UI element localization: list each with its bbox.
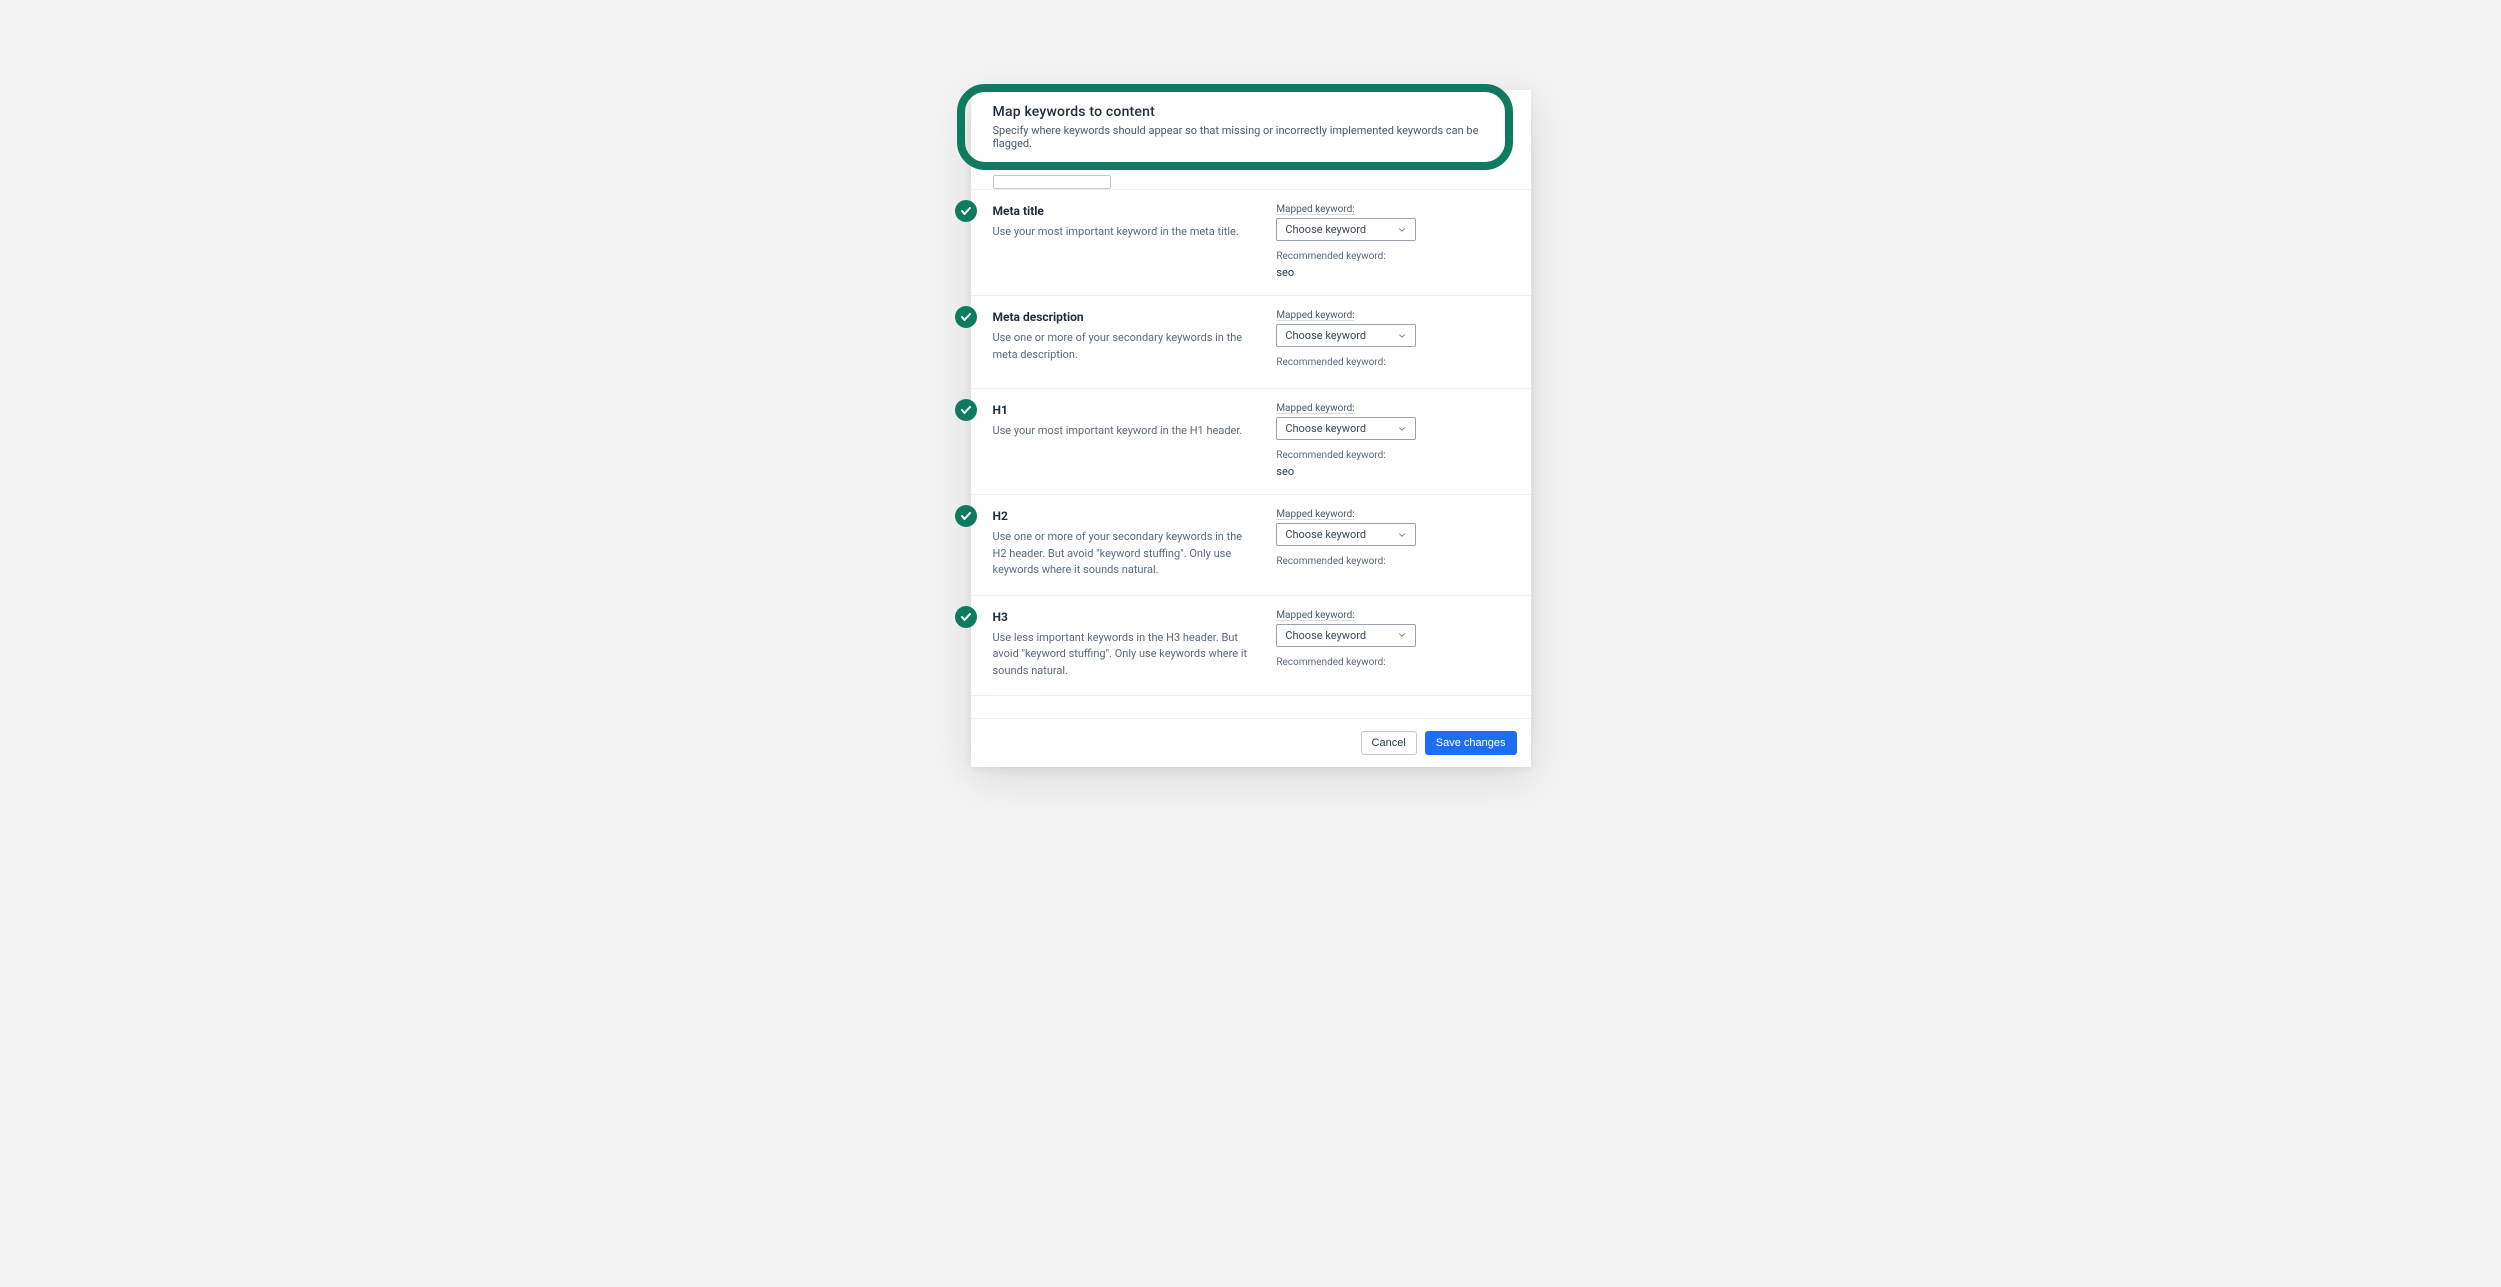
check-icon	[955, 505, 977, 527]
row-title: Meta description	[993, 310, 1257, 324]
choose-keyword-select[interactable]: Choose keyword	[1276, 218, 1416, 241]
row-h3: H3 Use less important keywords in the H3…	[971, 596, 1531, 697]
chevron-down-icon	[1397, 424, 1407, 434]
mapped-keyword-label: Mapped keyword:	[1276, 204, 1508, 215]
row-meta-title: Meta title Use your most important keywo…	[971, 190, 1531, 296]
choose-keyword-select[interactable]: Choose keyword	[1276, 324, 1416, 347]
panel-header: Map keywords to content Specify where ke…	[971, 90, 1531, 165]
check-icon	[955, 306, 977, 328]
select-value: Choose keyword	[1285, 329, 1366, 342]
row-h2: H2 Use one or more of your secondary key…	[971, 495, 1531, 596]
check-icon	[955, 399, 977, 421]
panel-subtitle: Specify where keywords should appear so …	[993, 124, 1509, 150]
partial-select-box	[993, 175, 1111, 189]
chevron-down-icon	[1397, 225, 1407, 235]
select-value: Choose keyword	[1285, 223, 1366, 236]
row-meta-description: Meta description Use one or more of your…	[971, 296, 1531, 389]
row-description: Use your most important keyword in the H…	[993, 423, 1257, 440]
recommended-keyword-label: Recommended keyword:	[1276, 251, 1508, 262]
recommended-keyword-label: Recommended keyword:	[1276, 450, 1508, 461]
cancel-button[interactable]: Cancel	[1361, 731, 1417, 755]
select-value: Choose keyword	[1285, 422, 1366, 435]
row-description: Use one or more of your secondary keywor…	[993, 529, 1257, 579]
chevron-down-icon	[1397, 630, 1407, 640]
row-title: H3	[993, 610, 1257, 624]
mapped-keyword-label: Mapped keyword:	[1276, 403, 1508, 414]
check-icon	[955, 200, 977, 222]
choose-keyword-select[interactable]: Choose keyword	[1276, 523, 1416, 546]
mapped-keyword-label: Mapped keyword:	[1276, 509, 1508, 520]
row-h1: H1 Use your most important keyword in th…	[971, 389, 1531, 495]
panel-footer: Cancel Save changes	[971, 718, 1531, 767]
chevron-down-icon	[1397, 530, 1407, 540]
keyword-mapping-panel: Map keywords to content Specify where ke…	[971, 90, 1531, 767]
check-icon	[955, 606, 977, 628]
recommended-keyword-label: Recommended keyword:	[1276, 657, 1508, 668]
row-title: Meta title	[993, 204, 1257, 218]
recommended-keyword-label: Recommended keyword:	[1276, 556, 1508, 567]
mapping-rows: Meta title Use your most important keywo…	[971, 189, 1531, 696]
recommended-keyword-value: seo	[1276, 266, 1508, 279]
select-value: Choose keyword	[1285, 528, 1366, 541]
select-value: Choose keyword	[1285, 629, 1366, 642]
choose-keyword-select[interactable]: Choose keyword	[1276, 417, 1416, 440]
row-description: Use your most important keyword in the m…	[993, 224, 1257, 241]
recommended-keyword-label: Recommended keyword:	[1276, 357, 1508, 368]
save-changes-button[interactable]: Save changes	[1425, 731, 1517, 755]
row-description: Use one or more of your secondary keywor…	[993, 330, 1257, 363]
mapped-keyword-label: Mapped keyword:	[1276, 610, 1508, 621]
chevron-down-icon	[1397, 331, 1407, 341]
row-title: H1	[993, 403, 1257, 417]
recommended-keyword-value: seo	[1276, 465, 1508, 478]
truncated-previous-row	[971, 165, 1531, 189]
mapped-keyword-label: Mapped keyword:	[1276, 310, 1508, 321]
choose-keyword-select[interactable]: Choose keyword	[1276, 624, 1416, 647]
panel-title: Map keywords to content	[993, 104, 1509, 120]
row-description: Use less important keywords in the H3 he…	[993, 630, 1257, 680]
row-title: H2	[993, 509, 1257, 523]
